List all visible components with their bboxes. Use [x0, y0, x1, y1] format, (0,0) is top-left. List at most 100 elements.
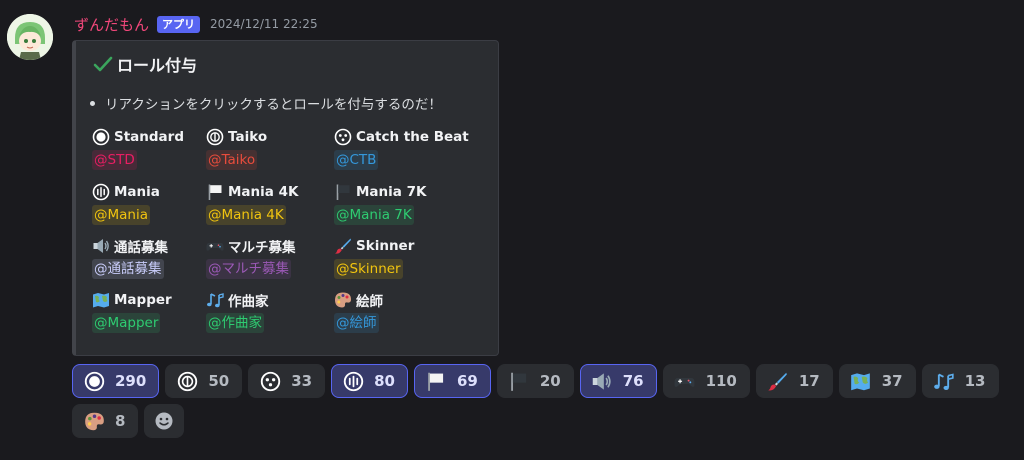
paintbrush-icon [767, 370, 789, 392]
embed-field: Mania 7K @Mania 7K [334, 181, 460, 225]
catch-mode-icon [259, 370, 281, 392]
speaker-icon [92, 237, 110, 255]
reaction-count: 110 [705, 372, 737, 390]
reaction-button[interactable]: 76 [579, 364, 657, 398]
black-flag-icon [508, 370, 530, 392]
white-flag-icon [206, 183, 224, 201]
embed: ロール付与 リアクションをクリックするとロールを付与するのだ！ Standard… [72, 40, 499, 356]
gamepad-icon [674, 370, 696, 392]
embed-field: マルチ募集 @マルチ募集 [206, 235, 332, 279]
avatar[interactable] [7, 14, 53, 60]
embed-field: 絵師 @絵師 [334, 289, 460, 333]
field-name: Taiko [206, 126, 332, 148]
role-mention[interactable]: @Mania 4K [206, 205, 286, 225]
palette-icon [334, 291, 352, 309]
role-mention[interactable]: @作曲家 [206, 313, 264, 333]
role-mention[interactable]: @Skinner [334, 259, 403, 279]
reaction-count: 8 [115, 412, 126, 430]
field-name-text: 絵師 [356, 294, 383, 310]
reaction-count: 17 [798, 372, 820, 390]
reaction-count: 33 [291, 372, 313, 390]
add-reaction-button[interactable] [144, 404, 185, 438]
role-mention[interactable]: @Mania [92, 205, 150, 225]
field-name: Catch the Beat [334, 126, 469, 148]
reaction-button[interactable]: 17 [755, 364, 833, 398]
reaction-button[interactable]: 13 [921, 364, 999, 398]
field-name: Mania 4K [206, 181, 332, 203]
reaction-button[interactable]: 69 [413, 364, 491, 398]
palette-icon [83, 410, 105, 432]
field-name-text: Skinner [356, 238, 415, 254]
embed-description-text: リアクションをクリックするとロールを付与するのだ！ [105, 97, 442, 113]
embed-field: Mapper @Mapper [92, 289, 218, 333]
field-name-text: Catch the Beat [356, 129, 469, 145]
speaker-icon [591, 370, 613, 392]
catch-mode-icon [334, 128, 352, 146]
reaction-button[interactable]: 110 [662, 364, 750, 398]
world-map-icon [850, 370, 872, 392]
embed-title-text: ロール付与 [117, 56, 198, 75]
role-mention[interactable]: @CTB [334, 150, 379, 170]
reaction-count: 80 [374, 372, 395, 390]
field-name-text: Mapper [114, 292, 172, 308]
role-mention[interactable]: @通話募集 [92, 259, 164, 279]
role-mention[interactable]: @絵師 [334, 313, 379, 333]
reaction-count: 69 [456, 372, 478, 390]
field-name-text: 通話募集 [114, 240, 168, 256]
reaction-button[interactable]: 80 [331, 364, 408, 398]
reaction-button[interactable]: 33 [248, 364, 326, 398]
bullet [90, 100, 95, 106]
embed-field: Mania 4K @Mania 4K [206, 181, 332, 225]
field-name: 作曲家 [206, 289, 332, 311]
reaction-count: 20 [539, 372, 561, 390]
embed-field: Taiko @Taiko [206, 126, 332, 170]
timestamp[interactable]: 2024/12/11 22:25 [210, 17, 318, 31]
field-name: Skinner [334, 235, 460, 257]
field-name: Standard [92, 126, 218, 148]
role-mention[interactable]: @マルチ募集 [206, 259, 291, 279]
taiko-mode-icon [176, 370, 198, 392]
music-notes-icon [206, 291, 224, 309]
role-mention[interactable]: @Taiko [206, 150, 258, 170]
reaction-count: 50 [208, 372, 230, 390]
embed-field: Standard @STD [92, 126, 218, 170]
gamepad-icon [206, 237, 224, 255]
field-name: 絵師 [334, 289, 460, 311]
reaction-button[interactable]: 50 [165, 364, 243, 398]
field-name-text: 作曲家 [228, 294, 269, 310]
field-name: 通話募集 [92, 235, 218, 257]
field-name: Mapper [92, 289, 218, 311]
world-map-icon [92, 291, 110, 309]
reaction-button[interactable]: 8 [72, 404, 139, 438]
mania-mode-icon [342, 370, 364, 392]
embed-description: リアクションをクリックするとロールを付与するのだ！ [90, 93, 442, 113]
field-name-text: マルチ募集 [228, 240, 296, 256]
paintbrush-icon [334, 237, 352, 255]
reaction-button[interactable]: 20 [496, 364, 574, 398]
field-name-text: Mania 7K [356, 184, 427, 200]
embed-field: 作曲家 @作曲家 [206, 289, 332, 333]
reaction-count: 290 [115, 372, 147, 390]
mania-mode-icon [92, 183, 110, 201]
reaction-button[interactable]: 290 [72, 364, 160, 398]
reaction-count: 37 [881, 372, 903, 390]
taiko-mode-icon [206, 128, 224, 146]
role-mention[interactable]: @Mapper [92, 313, 161, 333]
field-name-text: Taiko [228, 129, 268, 145]
reaction-button[interactable]: 37 [838, 364, 916, 398]
field-name-text: Standard [114, 129, 184, 145]
smiley-icon [154, 410, 174, 432]
check-mark-icon [92, 54, 114, 74]
reaction-count: 13 [964, 372, 986, 390]
embed-field: Catch the Beat @CTB [334, 126, 469, 170]
reaction-count: 76 [622, 372, 644, 390]
app-badge: アプリ [157, 15, 201, 33]
role-mention[interactable]: @Mania 7K [334, 205, 414, 225]
white-flag-icon [425, 370, 447, 392]
field-name-text: Mania 4K [228, 184, 299, 200]
role-mention[interactable]: @STD [92, 150, 137, 170]
black-flag-icon [334, 183, 352, 201]
embed-field: Mania @Mania [92, 181, 218, 225]
author-name[interactable]: ずんだもん [74, 14, 149, 35]
field-name: Mania [92, 181, 218, 203]
